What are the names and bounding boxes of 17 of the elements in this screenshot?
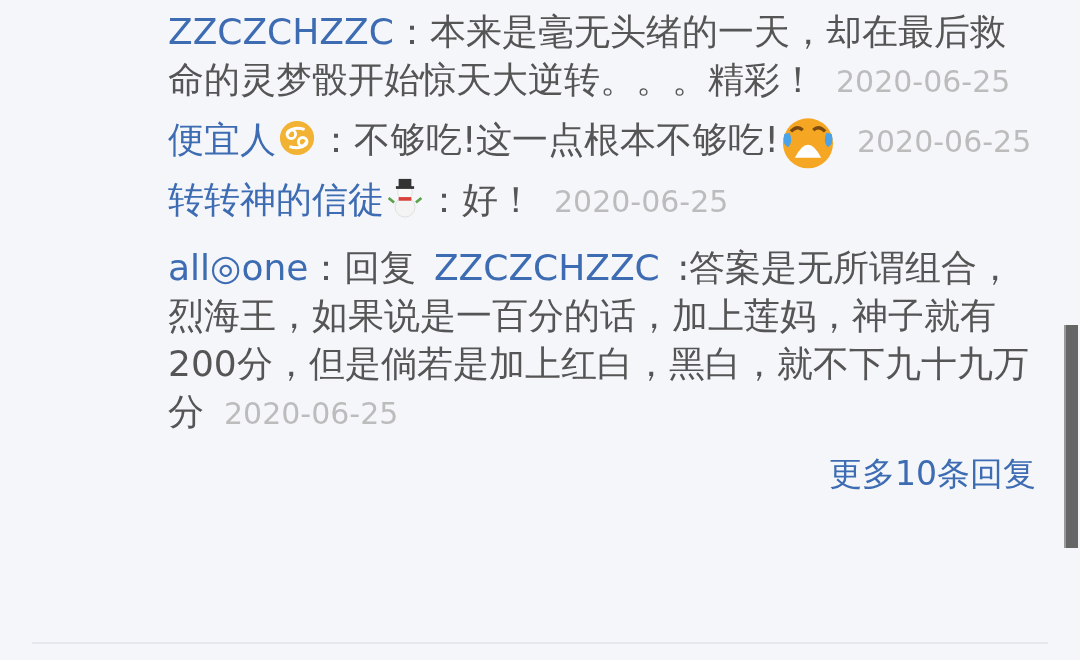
zodiac-badge-icon [278, 118, 316, 158]
username-link[interactable]: 便宜人 [168, 119, 276, 160]
more-replies-link[interactable]: 更多10条回复 [829, 450, 1036, 498]
reply-text: ZZCZCHZZC：本来是毫无头绪的一天，却在最后救命的灵梦骰开始惊天大逆转。。。精彩！ 2020-06-25 [168, 10, 1012, 102]
username-link[interactable]: ZZCZCHZZC [168, 11, 394, 52]
username-link[interactable]: all◎one [168, 247, 309, 288]
scrollbar[interactable] [1064, 325, 1078, 548]
reply-text: all◎one：回复 ZZCZCHZZC :答案是无所谓组合，烈海王，如果说是一百分的话，加上莲妈，神子就有200分，但是倘若是加上红白，黑白，就不下九十九万分 2020-06-25 [168, 246, 1030, 434]
reply-text: 便宜人 ：不够吃!这一点根本不够吃! 2020-06-25 [168, 116, 1040, 166]
snowman-icon [386, 178, 424, 218]
username-link[interactable]: 转转神的信徒 [168, 179, 384, 220]
mention-link[interactable]: ZZCZCHZZC [433, 247, 660, 288]
reply-date: 2020-06-25 [554, 184, 729, 219]
reply-date: 2020-06-25 [856, 124, 1032, 159]
reply-text: 转转神的信徒 ：好！ 2020-06-25 [168, 177, 730, 222]
reply-date: 2020-06-25 [836, 64, 1011, 99]
reply-date: 2020-06-25 [224, 396, 399, 431]
